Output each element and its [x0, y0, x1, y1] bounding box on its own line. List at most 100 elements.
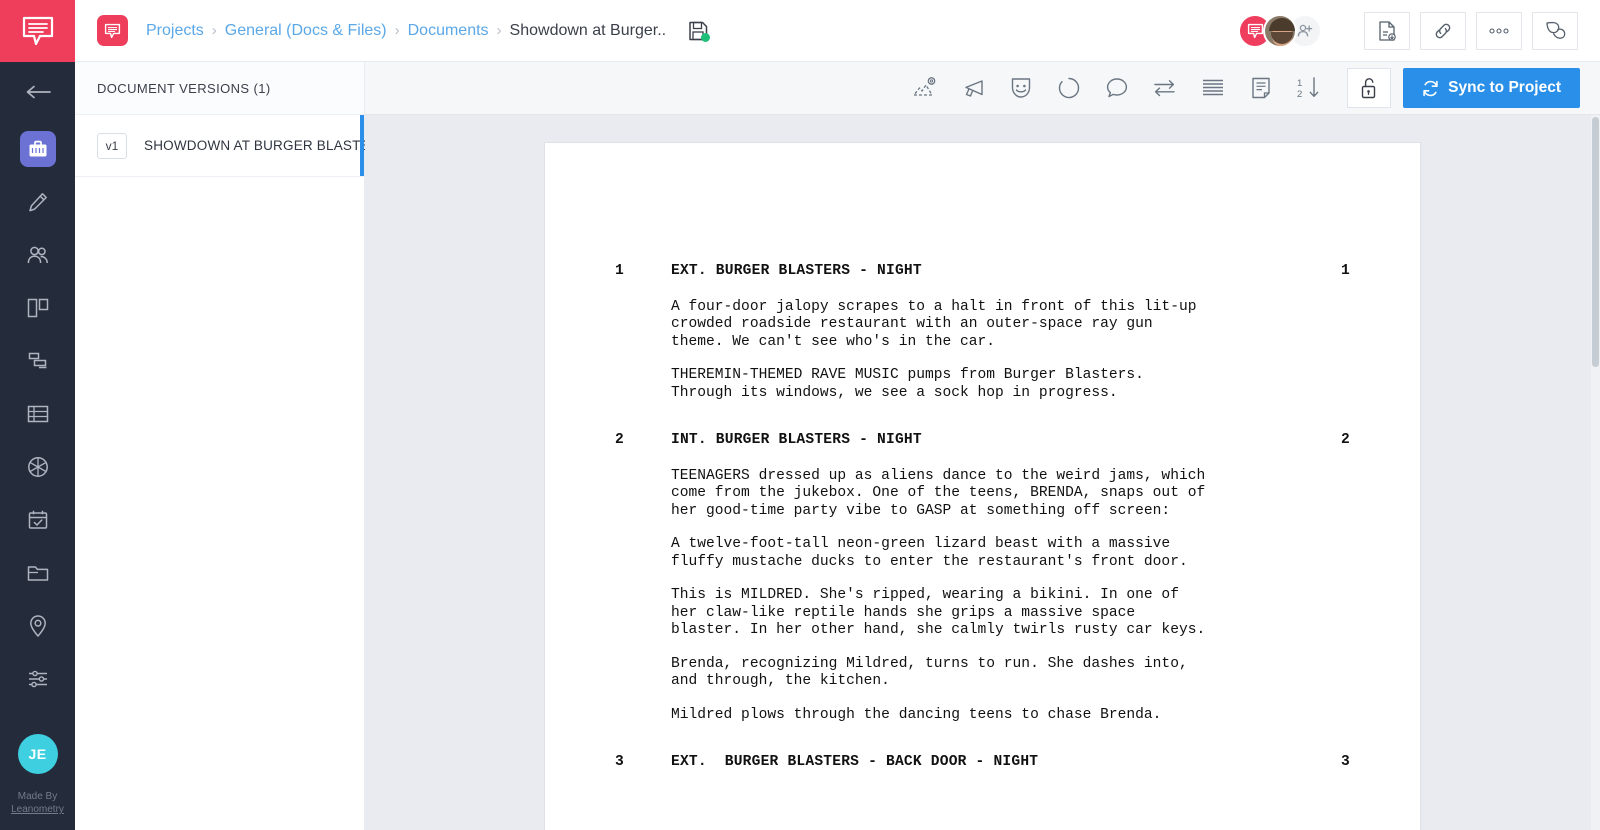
swap-arrows-icon [1154, 80, 1175, 97]
add-person-icon [1297, 24, 1313, 36]
speech-bubble-logo-icon [22, 16, 53, 46]
lock-document-button[interactable] [1347, 68, 1392, 108]
characters-tool-button[interactable] [997, 69, 1045, 107]
export-pdf-icon [1379, 20, 1396, 41]
gantt-icon [28, 352, 46, 368]
breadcrumb-separator: › [496, 22, 502, 39]
left-nav-rail: JE Made By Leanometry [0, 0, 75, 830]
user-avatar-initials[interactable]: JE [17, 734, 58, 774]
sidebar-item-calendar[interactable] [0, 493, 75, 546]
more-options-button[interactable] [1476, 11, 1522, 50]
notes-tool-button[interactable] [1237, 69, 1285, 107]
refresh-icon [1423, 80, 1438, 96]
svg-text:2: 2 [1297, 89, 1302, 100]
document-app-icon [104, 23, 121, 38]
scene-heading: 1 EXT. BURGER BLASTERS - NIGHT 1 [615, 263, 1350, 281]
top-bar-actions [1238, 11, 1578, 50]
circle-outline-icon [1058, 77, 1080, 99]
scene-slugline: EXT. BURGER BLASTERS - NIGHT [671, 263, 922, 279]
editor-toolbar: 1 2 Sync to Project [365, 62, 1600, 115]
pencil-icon [28, 192, 47, 211]
breadcrumb-separator: › [211, 22, 217, 39]
made-by-line1: Made By [17, 791, 58, 802]
scene-number-right: 1 [1341, 263, 1350, 279]
script-page[interactable]: 1 EXT. BURGER BLASTERS - NIGHT 1 A four-… [545, 143, 1420, 830]
script-canvas: 1 EXT. BURGER BLASTERS - NIGHT 1 A four-… [365, 115, 1600, 830]
made-by-line2[interactable]: Leanometry [11, 803, 64, 816]
sidebar-item-files[interactable] [0, 546, 75, 599]
breadcrumb-item-general[interactable]: General (Docs & Files) [225, 22, 387, 40]
action-paragraph: THEREMIN-THEMED RAVE MUSIC pumps from Bu… [671, 367, 1144, 401]
scene-number-left: 2 [615, 432, 624, 448]
document-versions-panel: DOCUMENT VERSIONS (1) v1 SHOWDOWN AT BUR… [75, 62, 381, 830]
sidebar-item-projects[interactable] [0, 122, 75, 175]
sidebar-item-breakdown[interactable] [0, 387, 75, 440]
people-icon [27, 246, 48, 263]
export-pdf-button[interactable] [1364, 11, 1410, 50]
map-pin-icon [29, 614, 46, 637]
link-icon [1435, 23, 1451, 38]
version-selected-indicator [360, 115, 364, 176]
action-paragraph: A twelve-foot-tall neon-green lizard bea… [671, 536, 1188, 570]
comments-button[interactable] [1532, 11, 1578, 50]
table-rows-icon [27, 405, 48, 422]
scene-numbering-tool-button[interactable]: 1 2 [1285, 69, 1333, 107]
scene-slugline: EXT. BURGER BLASTERS - BACK DOOR - NIGHT [671, 754, 1039, 770]
nav-items [0, 122, 75, 705]
action-paragraph: Brenda, recognizing Mildred, turns to ru… [671, 655, 1188, 690]
version-name: SHOWDOWN AT BURGER BLASTE... [144, 138, 382, 153]
sidebar-item-shot-list[interactable] [0, 440, 75, 493]
outline-tool-button[interactable] [1189, 69, 1237, 107]
breadcrumb-separator: › [394, 22, 400, 39]
content-row: DOCUMENT VERSIONS (1) v1 SHOWDOWN AT BUR… [75, 62, 1600, 830]
svg-text:1: 1 [1297, 78, 1302, 89]
breadcrumb-item-projects[interactable]: Projects [146, 22, 204, 40]
versions-panel-title: DOCUMENT VERSIONS (1) [75, 62, 364, 115]
comments-icon [1545, 21, 1565, 39]
sidebar-item-write[interactable] [0, 175, 75, 228]
revisions-tool-button[interactable] [1141, 69, 1189, 107]
sidebar-item-cast-crew[interactable] [0, 228, 75, 281]
app-logo[interactable] [0, 0, 75, 62]
sidebar-item-storyboard[interactable] [0, 281, 75, 334]
sync-to-project-button[interactable]: Sync to Project [1403, 68, 1580, 108]
script-editor: 1 2 Sync to Project 1 EXT. BURGER BLASTE… [365, 62, 1600, 830]
share-link-button[interactable] [1420, 11, 1466, 50]
megaphone-icon [965, 80, 983, 97]
breadcrumb-item-current: Showdown at Burger.. [509, 21, 667, 39]
save-document-button[interactable] [688, 20, 711, 42]
scene-number-left: 3 [615, 754, 624, 770]
sidebar-item-settings[interactable] [0, 652, 75, 705]
unsaved-changes-dot [701, 32, 711, 42]
vertical-scrollbar[interactable] [1591, 115, 1600, 830]
version-list-item[interactable]: v1 SHOWDOWN AT BURGER BLASTE... [75, 115, 381, 177]
breadcrumb: Projects › General (Docs & Files) › Docu… [146, 22, 666, 40]
page-note-icon [1252, 77, 1270, 99]
status-tool-button[interactable] [1045, 69, 1093, 107]
sidebar-item-schedule[interactable] [0, 334, 75, 387]
sidebar-item-locations[interactable] [0, 599, 75, 652]
comment-tool-button[interactable] [1093, 69, 1141, 107]
arrow-left-icon [26, 85, 51, 99]
scene-number-left: 1 [615, 263, 624, 279]
collapse-nav-button[interactable] [0, 62, 75, 122]
action-paragraph: This is MILDRED. She's ripped, wearing a… [671, 587, 1206, 638]
scrollbar-thumb[interactable] [1592, 117, 1599, 367]
more-dots-icon [1489, 27, 1509, 34]
scene-heading: 3 EXT. BURGER BLASTERS - BACK DOOR - NIG… [615, 754, 1350, 772]
theater-mask-icon [1011, 78, 1031, 98]
avatar-hair [1269, 17, 1295, 31]
announce-tool-button[interactable] [949, 69, 997, 107]
scene-number-right: 2 [1341, 432, 1350, 448]
image-settings-icon [913, 77, 936, 96]
breadcrumb-item-documents[interactable]: Documents [408, 22, 489, 40]
version-tag: v1 [97, 132, 127, 159]
user-avatar-photo[interactable] [1263, 13, 1297, 48]
action-paragraph: A four-door jalopy scrapes to a halt in … [671, 298, 1197, 350]
top-bar: Projects › General (Docs & Files) › Docu… [75, 0, 1600, 62]
scene-number-right: 3 [1341, 754, 1350, 770]
document-app-badge[interactable] [97, 15, 128, 46]
calendar-check-icon [28, 510, 47, 529]
app-root: JE Made By Leanometry Projects › General… [0, 0, 1600, 830]
media-tool-button[interactable] [901, 69, 949, 107]
